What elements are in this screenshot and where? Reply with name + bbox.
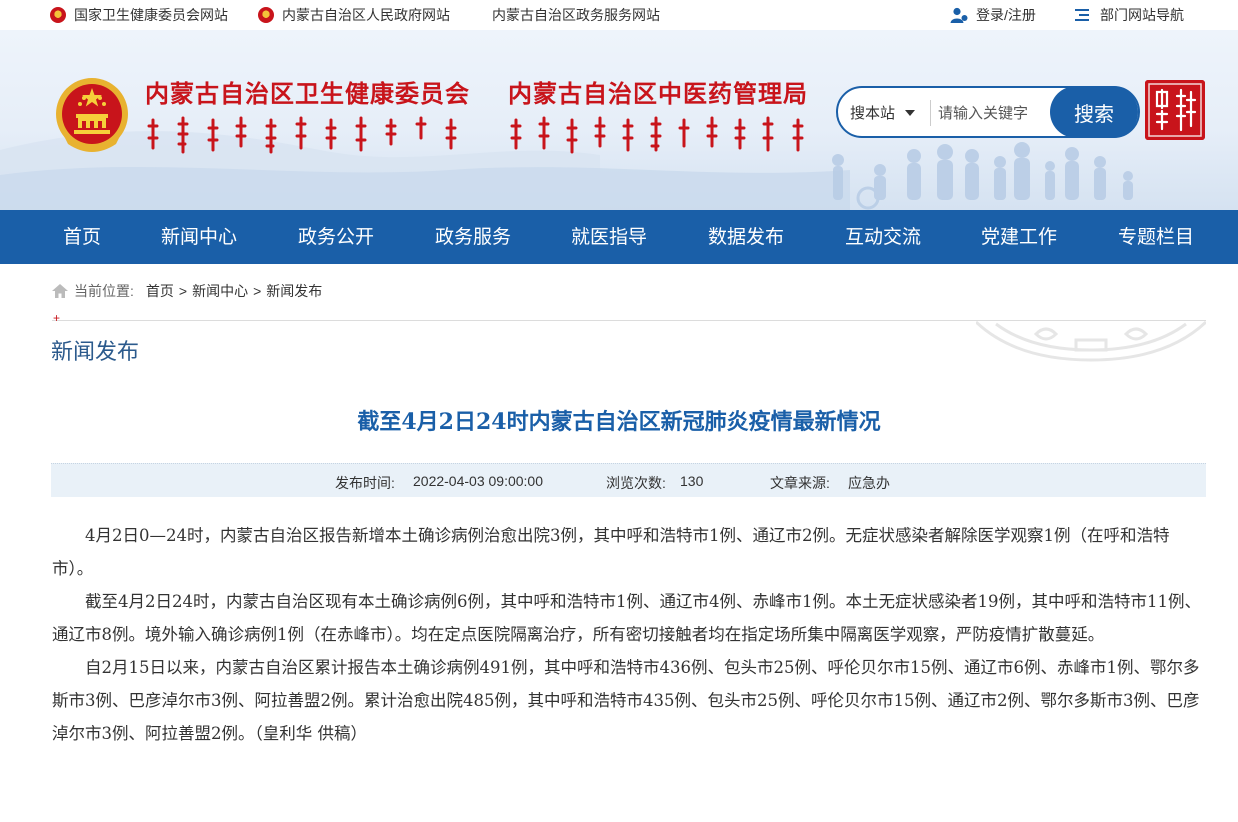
nav-item-home[interactable]: 首页: [63, 210, 101, 264]
mongolian-script-left: [147, 116, 457, 154]
caret-down-icon: [905, 109, 916, 116]
commission-title: 内蒙古自治区卫生健康委员会: [145, 80, 470, 108]
dept-nav-link[interactable]: 部门网站导航: [1074, 5, 1184, 25]
breadcrumb-news-center[interactable]: 新闻中心: [192, 281, 248, 301]
search-scope-select[interactable]: 搜本站: [850, 102, 916, 123]
tcm-bureau-title: 内蒙古自治区中医药管理局: [508, 80, 808, 108]
nav-item-data-release[interactable]: 数据发布: [708, 210, 784, 264]
gov-site-label: 内蒙古自治区人民政府网站: [282, 7, 450, 23]
breadcrumb-news-release[interactable]: 新闻发布: [266, 281, 322, 301]
main-nav: 首页 新闻中心 政务公开 政务服务 就医指导 数据发布 互动交流 党建工作 专题…: [0, 210, 1238, 264]
search-divider: [930, 100, 931, 126]
article-paragraph: 自2月15日以来，内蒙古自治区累计报告本土确诊病例491例，其中呼和浩特市436…: [52, 658, 1200, 743]
home-icon: [52, 284, 68, 298]
nav-item-party-building[interactable]: 党建工作: [981, 210, 1057, 264]
article-paragraph: 截至4月2日24时，内蒙古自治区现有本土确诊病例6例，其中呼和浩特市1例、通辽市…: [52, 592, 1201, 644]
nav-item-medical-guide[interactable]: 就医指导: [571, 210, 647, 264]
article-title: 截至4月2日24时内蒙古自治区新冠肺炎疫情最新情况: [357, 409, 881, 435]
source-label: 文章来源:: [770, 475, 830, 491]
view-count-value: 130: [680, 473, 704, 489]
service-site-link[interactable]: 内蒙古自治区政务服务网站: [492, 5, 660, 25]
search-input[interactable]: [938, 98, 1050, 128]
national-emblem-icon: [258, 7, 274, 23]
service-site-label: 内蒙古自治区政务服务网站: [492, 7, 660, 23]
nhc-site-link[interactable]: 国家卫生健康委员会网站: [50, 5, 228, 25]
gov-site-link[interactable]: 内蒙古自治区人民政府网站: [258, 5, 450, 25]
menu-icon: [1075, 9, 1089, 21]
article-body: 4月2日0—24时，内蒙古自治区报告新增本土确诊病例治愈出院3例，其中呼和浩特市…: [52, 519, 1206, 750]
nav-item-gov-affairs[interactable]: 政务公开: [298, 210, 374, 264]
national-emblem-icon: [50, 7, 66, 23]
national-emblem-logo: [56, 78, 128, 152]
search-button[interactable]: 搜索: [1050, 86, 1138, 138]
breadcrumb-label: 当前位置:: [74, 283, 134, 299]
mongolian-script-right: [510, 116, 804, 154]
source-value: 应急办: [848, 475, 890, 491]
view-count-label: 浏览次数:: [606, 475, 666, 491]
nav-item-gov-services[interactable]: 政务服务: [435, 210, 511, 264]
login-label: 登录/注册: [976, 7, 1036, 23]
breadcrumb-separator: >: [178, 283, 188, 299]
nav-item-news[interactable]: 新闻中心: [161, 210, 237, 264]
section-plus-mark: +: [53, 311, 61, 325]
search-scope-label: 搜本站: [850, 105, 896, 122]
inner-mongolia-seal-logo: [1145, 80, 1205, 140]
header-banner: 内蒙古自治区卫生健康委员会 内蒙古自治区中医药管理局 搜本站 搜索: [0, 30, 1238, 210]
top-bar: 国家卫生健康委员会网站 内蒙古自治区人民政府网站 内蒙古自治区政务服务网站 登录…: [0, 0, 1238, 30]
nhc-site-label: 国家卫生健康委员会网站: [74, 7, 228, 23]
site-search: 搜本站 搜索: [836, 86, 1140, 138]
cloud-pattern-decoration: [976, 320, 1206, 362]
breadcrumb-separator: >: [253, 283, 262, 299]
login-link[interactable]: 登录/注册: [950, 5, 1036, 25]
breadcrumb: 当前位置: 首页 > 新闻中心 > 新闻发布: [52, 281, 322, 301]
article-meta-bar: 发布时间: 2022-04-03 09:00:00 浏览次数: 130 文章来源…: [51, 463, 1206, 497]
breadcrumb-home[interactable]: 首页: [146, 281, 174, 301]
nav-item-special-topics[interactable]: 专题栏目: [1118, 210, 1194, 264]
section-title: 新闻发布: [51, 340, 140, 365]
publish-time-label: 发布时间:: [335, 475, 395, 491]
article-paragraph: 4月2日0—24时，内蒙古自治区报告新增本土确诊病例治愈出院3例，其中呼和浩特市…: [52, 526, 1170, 578]
user-icon: [950, 7, 968, 23]
nav-item-interaction[interactable]: 互动交流: [845, 210, 921, 264]
dept-nav-label: 部门网站导航: [1100, 7, 1184, 23]
publish-time-value: 2022-04-03 09:00:00: [413, 473, 543, 489]
